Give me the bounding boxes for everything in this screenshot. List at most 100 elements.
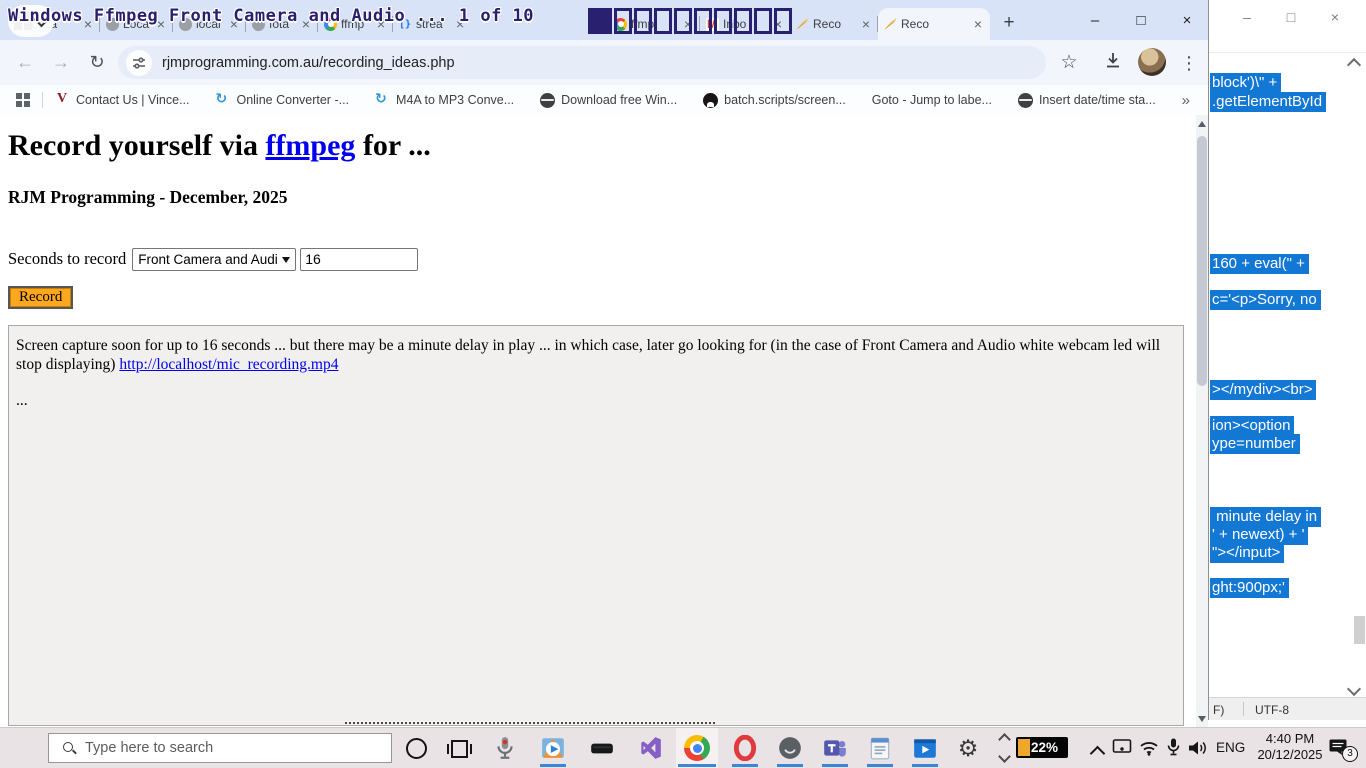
- task-view-button[interactable]: [451, 740, 468, 758]
- speaker-icon[interactable]: [1188, 740, 1208, 761]
- scroll-down-icon[interactable]: [1198, 716, 1206, 722]
- slide-square: [754, 8, 772, 34]
- toolbar-scroll-arrows[interactable]: [998, 732, 1010, 766]
- bookmark-contact-us[interactable]: Contact Us | Vince...: [55, 93, 189, 108]
- window-close-button[interactable]: ×: [1164, 0, 1210, 40]
- bookmark-label: Insert date/time sta...: [1039, 93, 1156, 107]
- scroll-down-icon[interactable]: [998, 750, 1011, 763]
- new-tab-button[interactable]: +: [996, 10, 1022, 36]
- url-text: rjmprogramming.com.au/recording_ideas.ph…: [162, 55, 455, 71]
- bookmark-label: M4A to MP3 Conve...: [396, 93, 514, 107]
- bookmarks-overflow-icon[interactable]: »: [1182, 92, 1190, 109]
- settings-gear-icon[interactable]: ⚙: [955, 735, 981, 761]
- bookmark-goto-label[interactable]: Goto - Jump to labe...: [872, 93, 992, 107]
- wifi-icon[interactable]: [1139, 740, 1159, 761]
- tab-close-icon[interactable]: ×: [860, 16, 872, 32]
- voice-recorder-app-icon[interactable]: [492, 735, 518, 761]
- result-box: Screen capture soon for up to 16 seconds…: [8, 325, 1184, 726]
- menu-dots-icon[interactable]: ⋮: [1176, 50, 1202, 76]
- cortana-button[interactable]: [406, 738, 427, 759]
- editor-maximize-button[interactable]: □: [1281, 9, 1301, 25]
- page-title: Record yourself via ffmpeg for ...: [8, 129, 431, 163]
- seconds-input[interactable]: [300, 248, 418, 271]
- opera-app-icon[interactable]: [732, 735, 758, 761]
- recording-region-dotted-line: [345, 722, 715, 724]
- bookmark-online-converter[interactable]: Online Converter -...: [215, 93, 349, 108]
- bookmark-label: Download free Win...: [561, 93, 677, 107]
- v-favicon-icon: [55, 93, 70, 108]
- scroll-up-icon[interactable]: [1198, 121, 1206, 127]
- bookmark-download-free[interactable]: Download free Win...: [540, 93, 677, 108]
- tab-recording-1[interactable]: Reco ×: [790, 8, 878, 40]
- site-settings-icon[interactable]: [126, 50, 152, 76]
- recording-mp4-link[interactable]: http://localhost/mic_recording.mp4: [119, 356, 338, 373]
- back-button[interactable]: ←: [12, 50, 38, 76]
- bookmark-batch-scripts[interactable]: batch.scripts/screen...: [703, 93, 846, 108]
- gray-circle-app-icon[interactable]: [777, 735, 803, 761]
- teams-app-icon[interactable]: [822, 735, 848, 761]
- address-bar[interactable]: rjmprogramming.com.au/recording_ideas.ph…: [118, 46, 1046, 79]
- scrollbar-thumb[interactable]: [1197, 136, 1207, 386]
- bookmark-insert-datetime[interactable]: Insert date/time sta...: [1018, 93, 1156, 108]
- editor-scroll-up-icon[interactable]: [1347, 58, 1361, 72]
- window-maximize-button[interactable]: □: [1118, 0, 1164, 40]
- download-icon[interactable]: [1100, 50, 1126, 76]
- slide-square-filled: [588, 8, 612, 34]
- reload-button[interactable]: ↻: [84, 50, 110, 76]
- movies-tv-app-icon[interactable]: [912, 735, 938, 761]
- github-favicon-icon: [703, 93, 718, 108]
- running-indicator: [540, 764, 566, 767]
- notepad-app-icon[interactable]: [867, 735, 893, 761]
- page-scrollbar[interactable]: [1196, 115, 1208, 727]
- swoosh-favicon-icon: [884, 18, 897, 31]
- connect-display-icon[interactable]: [1112, 738, 1132, 760]
- microphone-icon[interactable]: [1166, 738, 1181, 761]
- converter-favicon-icon: [215, 93, 230, 108]
- seconds-label: Seconds to record: [8, 249, 126, 269]
- window-minimize-button[interactable]: –: [1072, 0, 1118, 40]
- slide-square: [654, 8, 672, 34]
- bookmark-star-icon[interactable]: ☆: [1056, 50, 1082, 76]
- editor-scrollbar-thumb[interactable]: [1354, 616, 1365, 644]
- running-indicator: [732, 764, 758, 767]
- scroll-up-icon[interactable]: [998, 733, 1011, 746]
- bookmark-label: Goto - Jump to labe...: [872, 93, 992, 107]
- battery-fill: [1018, 739, 1030, 756]
- bookmark-m4a-mp3[interactable]: M4A to MP3 Conve...: [375, 93, 514, 108]
- apps-grid-icon[interactable]: [16, 93, 30, 107]
- bookmark-label: Contact Us | Vince...: [76, 93, 189, 107]
- converter-favicon-icon: [375, 93, 390, 108]
- language-indicator[interactable]: ENG: [1216, 740, 1245, 755]
- battery-percent: 22%: [1031, 739, 1058, 756]
- running-indicator: [867, 764, 893, 767]
- recording-mode-select[interactable]: Front Camera and Audio: [132, 248, 296, 271]
- taskbar-search-input[interactable]: Type here to search: [48, 733, 392, 763]
- black-device-app-icon[interactable]: [589, 735, 615, 761]
- battery-widget[interactable]: 22%: [1016, 737, 1068, 758]
- editor-scroll-down-icon[interactable]: [1347, 682, 1361, 696]
- editor-close-button[interactable]: ×: [1325, 9, 1345, 25]
- tab-recording-active[interactable]: Reco ×: [878, 8, 990, 40]
- ffmpeg-link[interactable]: ffmpeg: [265, 129, 355, 162]
- visual-studio-app-icon[interactable]: [637, 735, 663, 761]
- bookmarks-bar: Contact Us | Vince... Online Converter -…: [0, 85, 1208, 115]
- globe-favicon-icon: [540, 93, 555, 108]
- clock[interactable]: 4:40 PM 20/12/2025: [1254, 731, 1326, 763]
- chrome-app-icon[interactable]: [684, 735, 710, 761]
- forward-button[interactable]: →: [48, 50, 74, 76]
- running-indicator: [777, 764, 803, 767]
- tab-label: Reco: [813, 17, 856, 31]
- page-subtitle: RJM Programming - December, 2025: [8, 187, 287, 208]
- profile-avatar[interactable]: [1138, 48, 1166, 76]
- browser-window: Loca × Loca × local × fota × ffmp ×: [0, 0, 1208, 727]
- editor-window: – □ × block')\" + .getElementById 160 + …: [1208, 0, 1366, 720]
- swoosh-favicon-icon: [796, 18, 809, 31]
- record-button[interactable]: Record: [8, 286, 73, 309]
- tab-close-icon[interactable]: ×: [972, 16, 984, 32]
- selected-code-fragment: c='<p>Sorry, no: [1210, 290, 1321, 310]
- media-player-app-icon[interactable]: [540, 735, 566, 761]
- result-text: Screen capture soon for up to 16 seconds…: [16, 337, 1176, 374]
- editor-minimize-button[interactable]: –: [1237, 9, 1257, 25]
- slide-square: [674, 8, 692, 34]
- screen: Loca × Loca × local × fota × ffmp ×: [0, 0, 1366, 768]
